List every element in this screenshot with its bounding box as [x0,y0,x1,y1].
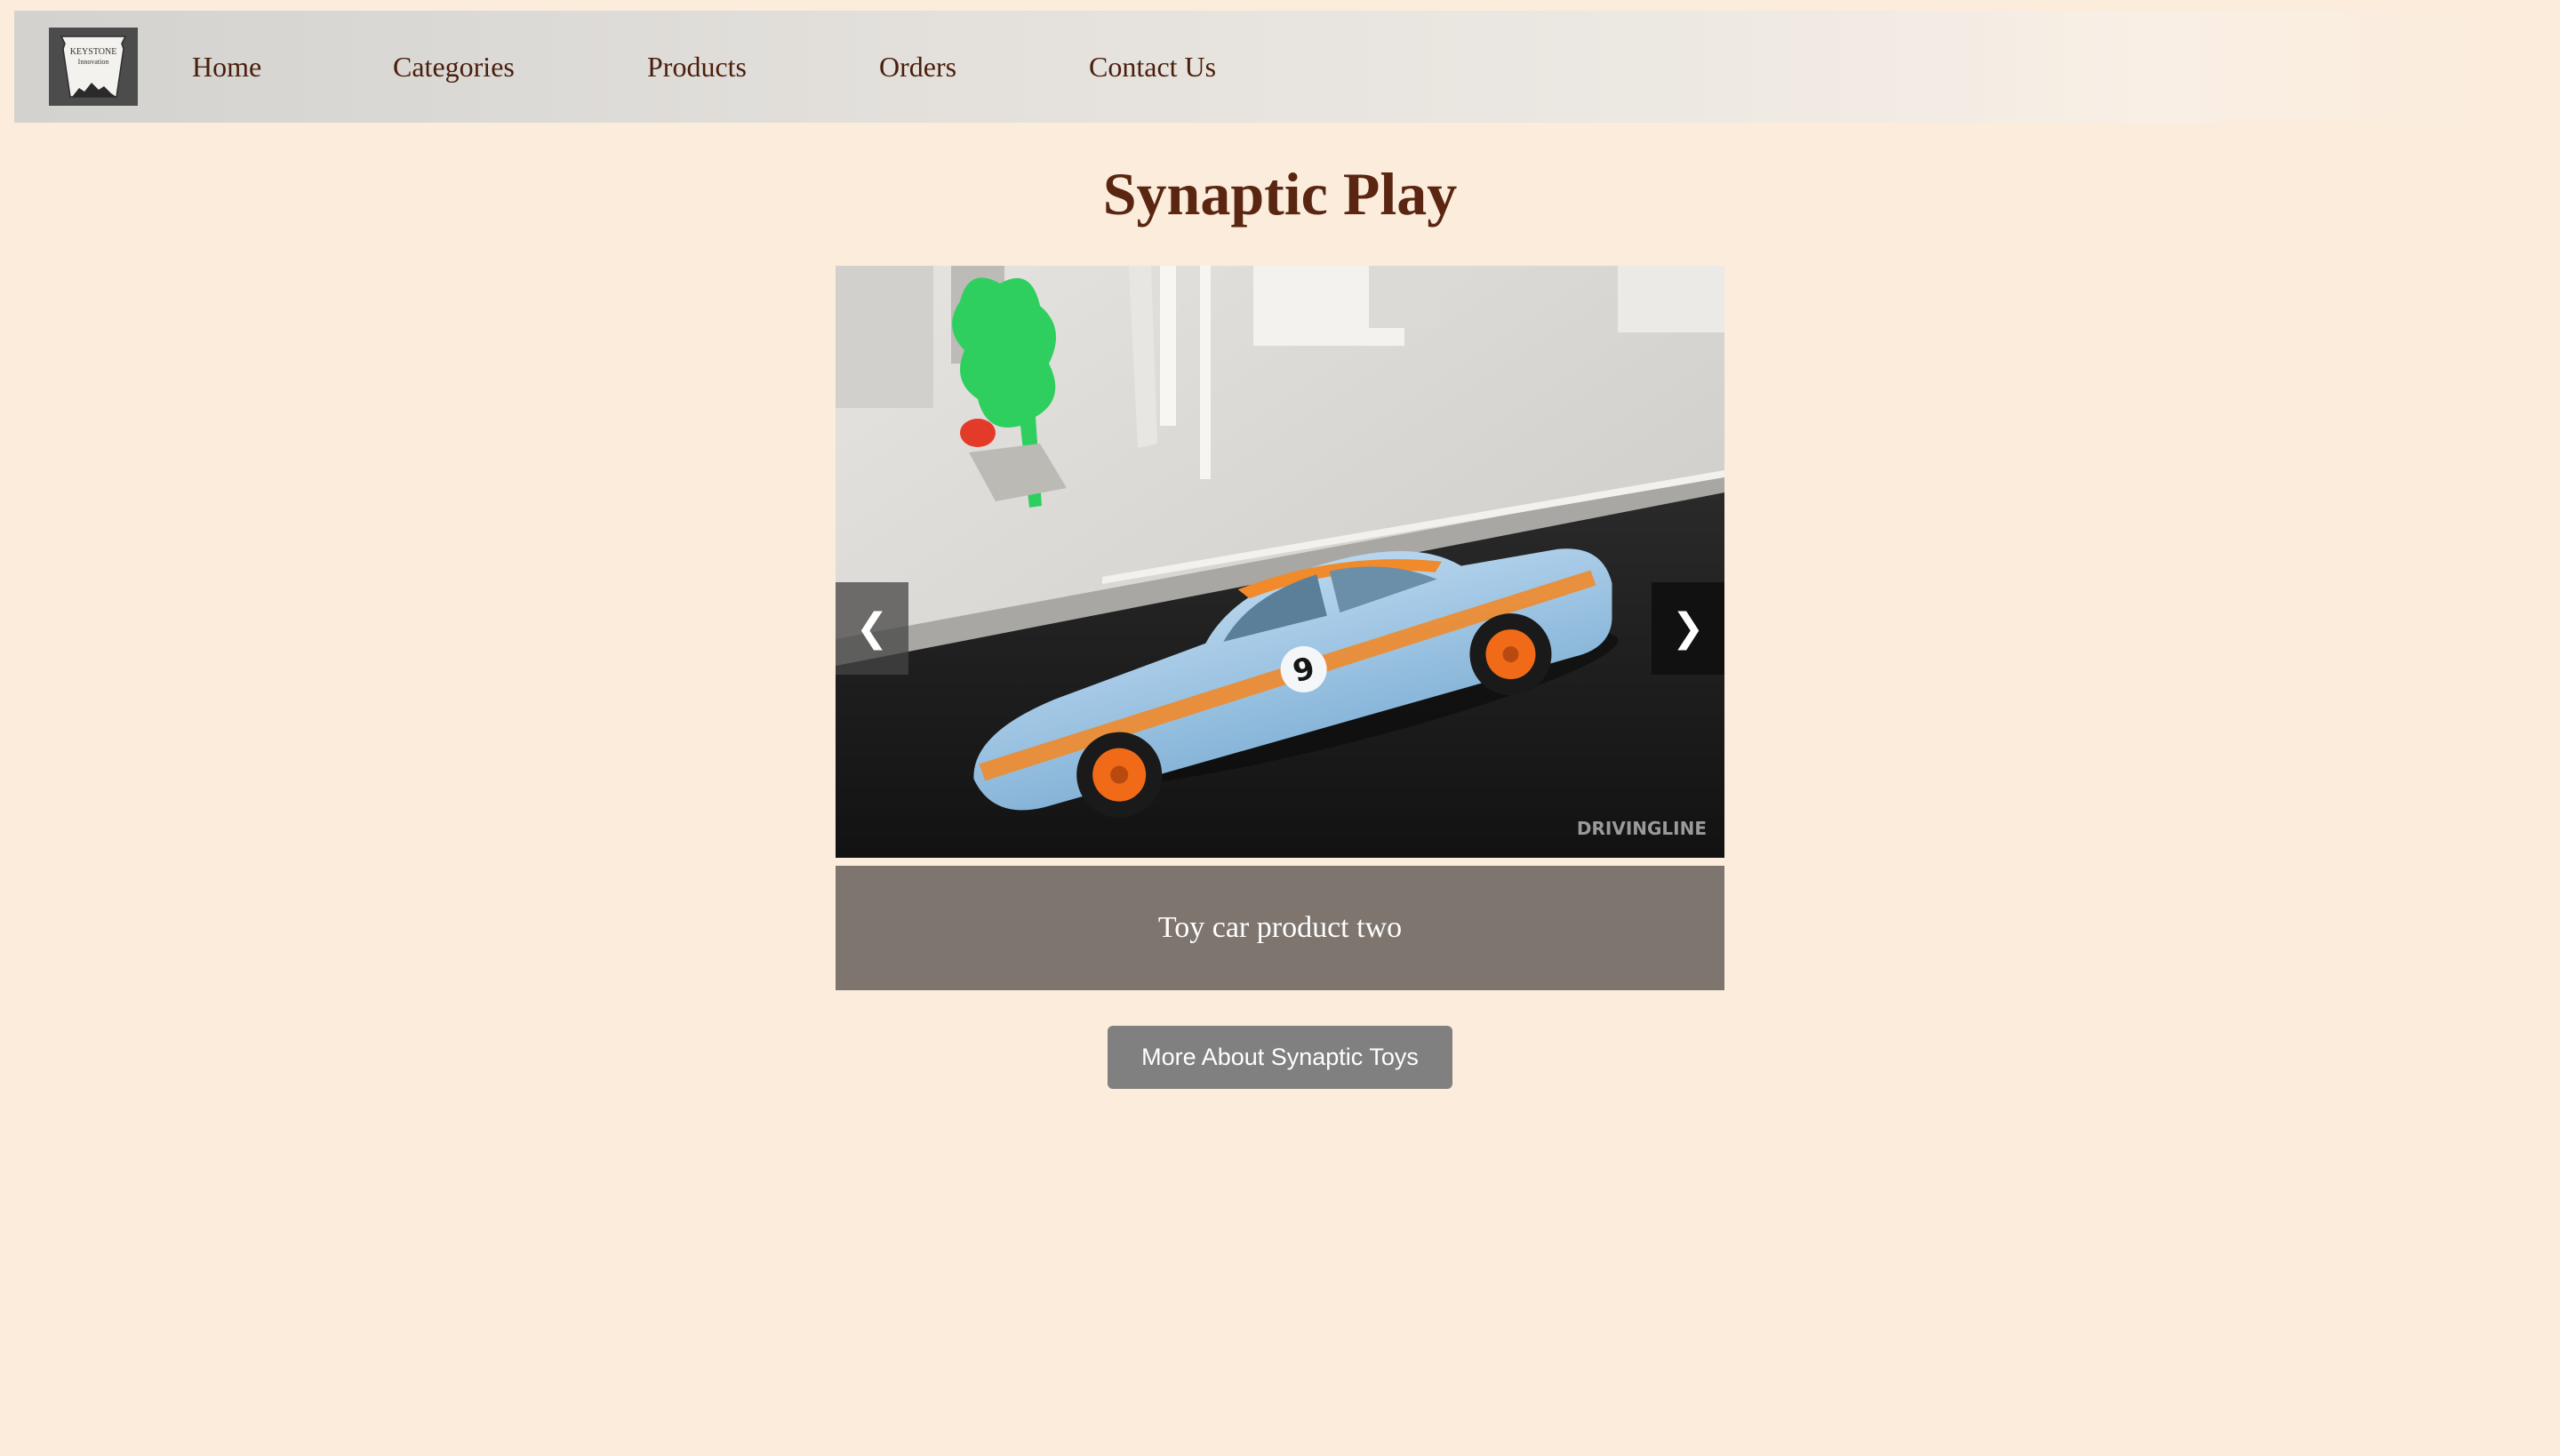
toy-car-photo: 9 DRIVINGLINE [836,266,1724,858]
chevron-right-icon: ❯ [1671,605,1705,651]
keystone-logo-icon[interactable]: KEYSTONE Innovation [49,28,138,106]
carousel-slide-image: 9 DRIVINGLINE [836,266,1724,858]
carousel-next-button[interactable]: ❯ [1652,582,1724,675]
chevron-left-icon: ❮ [855,605,889,651]
carousel-caption: Toy car product two [836,866,1724,990]
top-navbar: KEYSTONE Innovation Home Categories Prod… [14,11,2530,123]
nav-home-link[interactable]: Home [192,11,261,123]
logo-text-line2: Innovation [78,58,109,66]
more-about-button[interactable]: More About Synaptic Toys [1108,1026,1452,1089]
logo-text-line1: KEYSTONE [70,47,117,57]
page-title: Synaptic Play [1102,160,1458,228]
nav-contact-us-link[interactable]: Contact Us [1089,11,1216,123]
nav-products-link[interactable]: Products [647,11,747,123]
nav-categories-link[interactable]: Categories [393,11,515,123]
nav-orders-link[interactable]: Orders [879,11,956,123]
image-watermark-text: DRIVINGLINE [1577,818,1707,839]
carousel-prev-button[interactable]: ❮ [836,582,908,675]
